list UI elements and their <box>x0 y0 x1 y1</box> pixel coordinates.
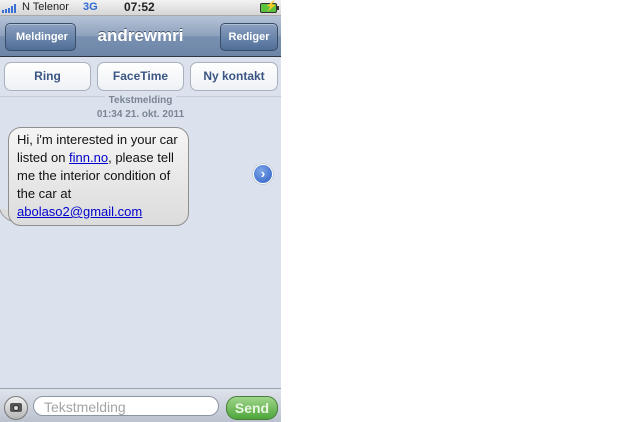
back-button[interactable]: Meldinger <box>5 23 76 51</box>
send-button[interactable]: Send <box>226 396 278 420</box>
message-timestamp: 01:34 21. okt. 2011 <box>96 109 185 120</box>
message-type-label: Tekstmelding <box>0 95 281 106</box>
clock: 07:52 <box>124 0 155 14</box>
composer-bar: Tekstmelding Send <box>0 388 281 422</box>
message-bubble: Hi, i'm interested in your car listed on… <box>8 127 189 226</box>
disclosure-arrow-icon[interactable]: › <box>253 164 273 184</box>
back-button-label: Meldinger <box>16 31 68 43</box>
facetime-button[interactable]: FaceTime <box>97 62 184 91</box>
finn-link[interactable]: finn.no <box>69 150 108 165</box>
edit-button[interactable]: Rediger <box>220 23 278 51</box>
camera-button[interactable] <box>4 396 28 420</box>
camera-icon <box>10 403 22 412</box>
message-input[interactable]: Tekstmelding <box>33 396 219 416</box>
email-link[interactable]: abolaso2@gmail.com <box>17 204 142 219</box>
charging-bolt-icon: ⚡ <box>265 1 278 12</box>
network-type: 3G <box>83 1 98 13</box>
message-type-text: Tekstmelding <box>104 95 177 106</box>
carrier-name: N Telenor <box>22 1 69 13</box>
battery-icon: ⚡ <box>260 1 279 13</box>
status-bar: N Telenor 3G 07:52 ⚡ <box>0 0 281 16</box>
navigation-bar: andrewmri Meldinger Rediger <box>0 16 281 57</box>
phone-screen: N Telenor 3G 07:52 ⚡ andrewmri Meldinger… <box>0 0 281 422</box>
call-button[interactable]: Ring <box>4 62 91 91</box>
new-contact-button[interactable]: Ny kontakt <box>190 62 278 91</box>
